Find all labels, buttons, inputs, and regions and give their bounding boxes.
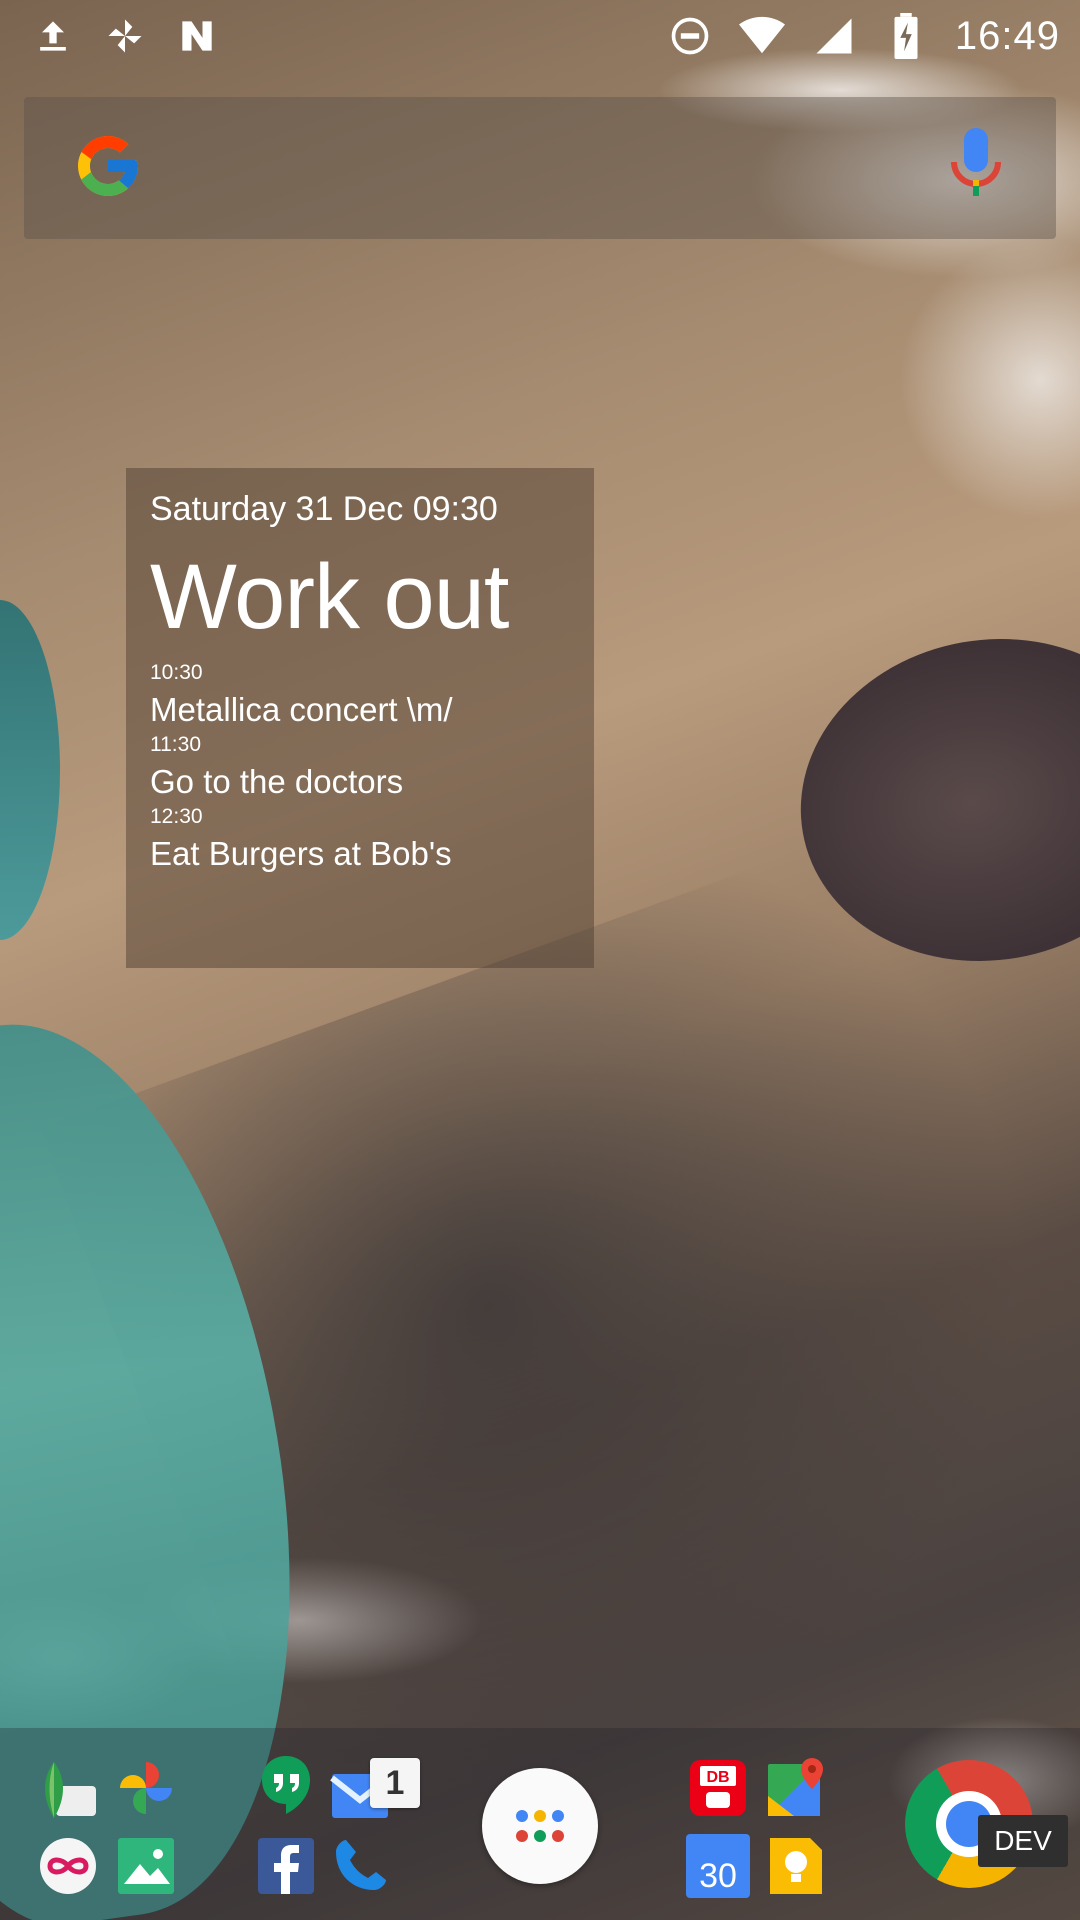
- event-title: Metallica concert \m/: [150, 691, 453, 728]
- calendar-agenda-widget[interactable]: Saturday 31 Dec 09:30 Work out 10:30 Met…: [126, 468, 594, 968]
- google-g-icon[interactable]: [72, 130, 144, 207]
- pinwheel-icon: [102, 13, 148, 59]
- db-navigator-icon[interactable]: DB: [686, 1756, 750, 1820]
- event-time: 11:30: [150, 733, 201, 756]
- wifi-icon: [738, 13, 785, 59]
- event-time: 10:30: [150, 661, 203, 684]
- google-maps-icon[interactable]: [764, 1756, 828, 1820]
- keep-icon[interactable]: [764, 1834, 828, 1898]
- upload-icon: [30, 13, 76, 59]
- google-search-bar[interactable]: [24, 97, 1056, 239]
- agenda-event[interactable]: 12:30 Eat Burgers at Bob's: [150, 805, 570, 873]
- wallpaper-river-inlet: [0, 600, 60, 940]
- hangouts-icon[interactable]: [254, 1752, 318, 1816]
- app-drawer-button[interactable]: [482, 1768, 598, 1884]
- agenda-event[interactable]: 10:30 Metallica concert \m/: [150, 661, 570, 729]
- phone-icon[interactable]: [328, 1834, 392, 1898]
- cell-signal-icon: [811, 13, 857, 59]
- event-time: 12:30: [150, 805, 203, 828]
- do-not-disturb-icon: [667, 13, 713, 59]
- inbox-unread-badge: 1: [370, 1758, 420, 1808]
- calendar-icon[interactable]: 30: [686, 1834, 750, 1898]
- infinity-app-icon[interactable]: [36, 1834, 100, 1898]
- n-logo-icon: [174, 13, 220, 59]
- event-title: Eat Burgers at Bob's: [150, 835, 452, 872]
- svg-text:DB: DB: [706, 1769, 729, 1786]
- agenda-event[interactable]: 11:30 Go to the doctors: [150, 733, 570, 801]
- app-drawer-icon: [516, 1810, 564, 1842]
- agenda-current-event[interactable]: Work out: [150, 551, 570, 643]
- clock: 16:49: [954, 13, 1060, 58]
- chrome-dev-label: DEV: [978, 1815, 1068, 1867]
- mic-icon[interactable]: [948, 127, 1004, 209]
- agenda-date: Saturday 31 Dec 09:30: [150, 490, 498, 528]
- snapseed-icon[interactable]: [36, 1756, 100, 1820]
- status-bar[interactable]: 16:49: [0, 0, 1080, 72]
- facebook-icon[interactable]: [254, 1834, 318, 1898]
- gallery-icon[interactable]: [114, 1834, 178, 1898]
- event-title: Go to the doctors: [150, 763, 404, 800]
- battery-charging-icon: [883, 13, 929, 59]
- google-photos-icon[interactable]: [114, 1756, 178, 1820]
